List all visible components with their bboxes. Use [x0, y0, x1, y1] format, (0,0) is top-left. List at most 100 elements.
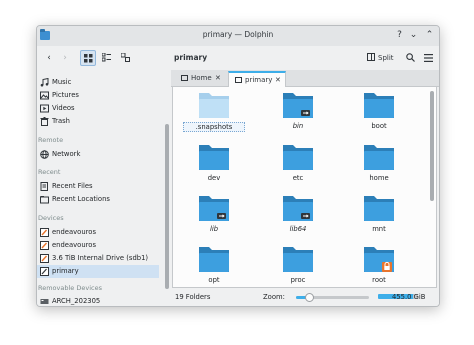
close-icon[interactable]: ✕ — [275, 73, 281, 88]
back-button[interactable]: ‹ — [42, 50, 56, 66]
sidebar-item-trash[interactable]: Trash — [37, 115, 159, 128]
folder-link-icon — [282, 194, 314, 222]
free-space-label: 455.0 GiB free — [392, 293, 426, 301]
sidebar-heading-remote: Remote — [38, 136, 64, 144]
help-icon[interactable]: ? — [393, 29, 406, 42]
folder-icon — [198, 245, 230, 273]
scrollbar-thumb[interactable] — [430, 91, 434, 201]
sidebar-item-label: Pictures — [52, 91, 79, 99]
sidebar-item-device[interactable]: endeavouros — [37, 226, 159, 239]
file-name: dev — [207, 174, 221, 182]
places-scrollbar[interactable] — [163, 70, 171, 298]
file-item[interactable]: lib64 — [267, 194, 327, 238]
folder-icon — [363, 91, 395, 119]
sidebar-item-label: Trash — [52, 117, 70, 125]
compact-view-button[interactable] — [98, 50, 114, 66]
file-item[interactable]: root — [348, 245, 408, 287]
sidebar-item-label: Network — [52, 150, 81, 158]
sidebar-item-device[interactable]: endeavouros — [37, 239, 159, 252]
sidebar-item-label: ARCH_202305 — [52, 297, 101, 305]
folder-icon — [363, 194, 395, 222]
sidebar-item-label: endeavouros — [52, 241, 96, 249]
breadcrumb[interactable]: primary — [174, 53, 207, 62]
folder-icon — [282, 245, 314, 273]
file-name: etc — [292, 174, 304, 182]
sidebar-item-music[interactable]: Music — [37, 76, 159, 89]
file-name: home — [369, 174, 389, 182]
network-icon — [40, 150, 49, 159]
folder-locked-icon — [363, 245, 395, 273]
drive-icon — [40, 267, 49, 276]
file-item[interactable]: bin — [267, 91, 327, 135]
toolbar: ‹ › primary Split — [37, 46, 439, 70]
tab-primary[interactable]: primary ✕ — [228, 71, 286, 87]
file-view-scrollbar[interactable] — [429, 89, 435, 285]
maximize-icon[interactable]: ⌃ — [423, 29, 436, 42]
file-name: lib64 — [289, 225, 307, 233]
file-item[interactable]: etc — [267, 143, 327, 187]
compact-view-icon — [101, 52, 111, 62]
minimize-icon[interactable]: ⌄ — [407, 29, 420, 42]
sidebar-item-label: Videos — [52, 104, 75, 112]
file-item[interactable]: boot — [348, 91, 408, 135]
icons-view-button[interactable] — [80, 50, 96, 66]
folder-count: 19 Folders — [175, 293, 211, 301]
drive-icon — [40, 241, 49, 250]
sidebar-heading-removable: Removable Devices — [38, 284, 102, 292]
split-button[interactable]: Split — [367, 50, 394, 66]
videos-icon — [40, 104, 49, 113]
sidebar-item-primary[interactable]: primary — [37, 265, 159, 278]
sidebar-item-usb[interactable]: ARCH_202305 — [37, 295, 159, 306]
sidebar-item-device[interactable]: 3.6 TiB Internal Drive (sdb1) — [37, 252, 159, 265]
file-item[interactable]: lib — [183, 194, 243, 238]
search-button[interactable] — [403, 50, 417, 66]
file-name: bin — [292, 122, 304, 130]
file-item[interactable]: dev — [183, 143, 243, 187]
tab-bar: Home ✕ primary ✕ — [171, 70, 439, 87]
close-icon[interactable]: ✕ — [215, 71, 221, 86]
file-item[interactable]: mnt — [348, 194, 408, 238]
split-view-icon — [367, 53, 375, 61]
file-item[interactable]: opt — [183, 245, 243, 287]
zoom-slider[interactable] — [296, 293, 369, 302]
menu-button[interactable] — [421, 50, 435, 66]
hamburger-menu-icon — [423, 54, 433, 62]
file-name: boot — [371, 122, 387, 130]
sidebar-item-videos[interactable]: Videos — [37, 102, 159, 115]
folder-icon — [282, 143, 314, 171]
tab-home[interactable]: Home ✕ — [175, 71, 225, 87]
file-item[interactable]: proc — [267, 245, 327, 287]
sidebar-item-recent-locations[interactable]: Recent Locations — [37, 193, 159, 206]
sidebar-item-label: 3.6 TiB Internal Drive (sdb1) — [52, 254, 149, 262]
file-item[interactable]: .snapshots — [183, 91, 245, 135]
status-bar: 19 Folders Zoom: 455.0 GiB free — [171, 288, 439, 306]
sidebar-item-label: primary — [52, 267, 79, 275]
file-name: lib — [209, 225, 219, 233]
drive-icon — [40, 254, 49, 263]
sidebar-item-pictures[interactable]: Pictures — [37, 89, 159, 102]
folder-link-icon — [198, 194, 230, 222]
folder-icon — [198, 143, 230, 171]
icons-view-icon — [83, 54, 92, 63]
sidebar-item-network[interactable]: Network — [37, 148, 159, 161]
file-name: proc — [290, 276, 306, 284]
scrollbar-thumb[interactable] — [165, 124, 169, 289]
details-view-button[interactable] — [117, 50, 133, 66]
music-icon — [40, 78, 49, 87]
tab-label: Home — [191, 74, 212, 82]
zoom-slider-handle[interactable] — [305, 293, 315, 302]
file-item[interactable]: home — [348, 143, 408, 187]
recent-locations-icon — [40, 196, 49, 204]
file-name: opt — [208, 276, 220, 284]
sidebar-item-label: Recent Locations — [52, 195, 110, 203]
file-view[interactable]: .snapshots bin boot dev etc home lib lib64 mnt op… — [172, 87, 437, 288]
folder-icon — [181, 75, 188, 81]
window-title: primary — Dolphin — [202, 30, 274, 39]
folder-icon — [198, 91, 230, 119]
sidebar-item-recent-files[interactable]: Recent Files — [37, 180, 159, 193]
file-name: root — [372, 276, 386, 284]
recent-files-icon — [40, 182, 48, 191]
sidebar-item-label: endeavouros — [52, 228, 96, 236]
folder-link-icon — [282, 91, 314, 119]
forward-button[interactable]: › — [58, 50, 72, 66]
